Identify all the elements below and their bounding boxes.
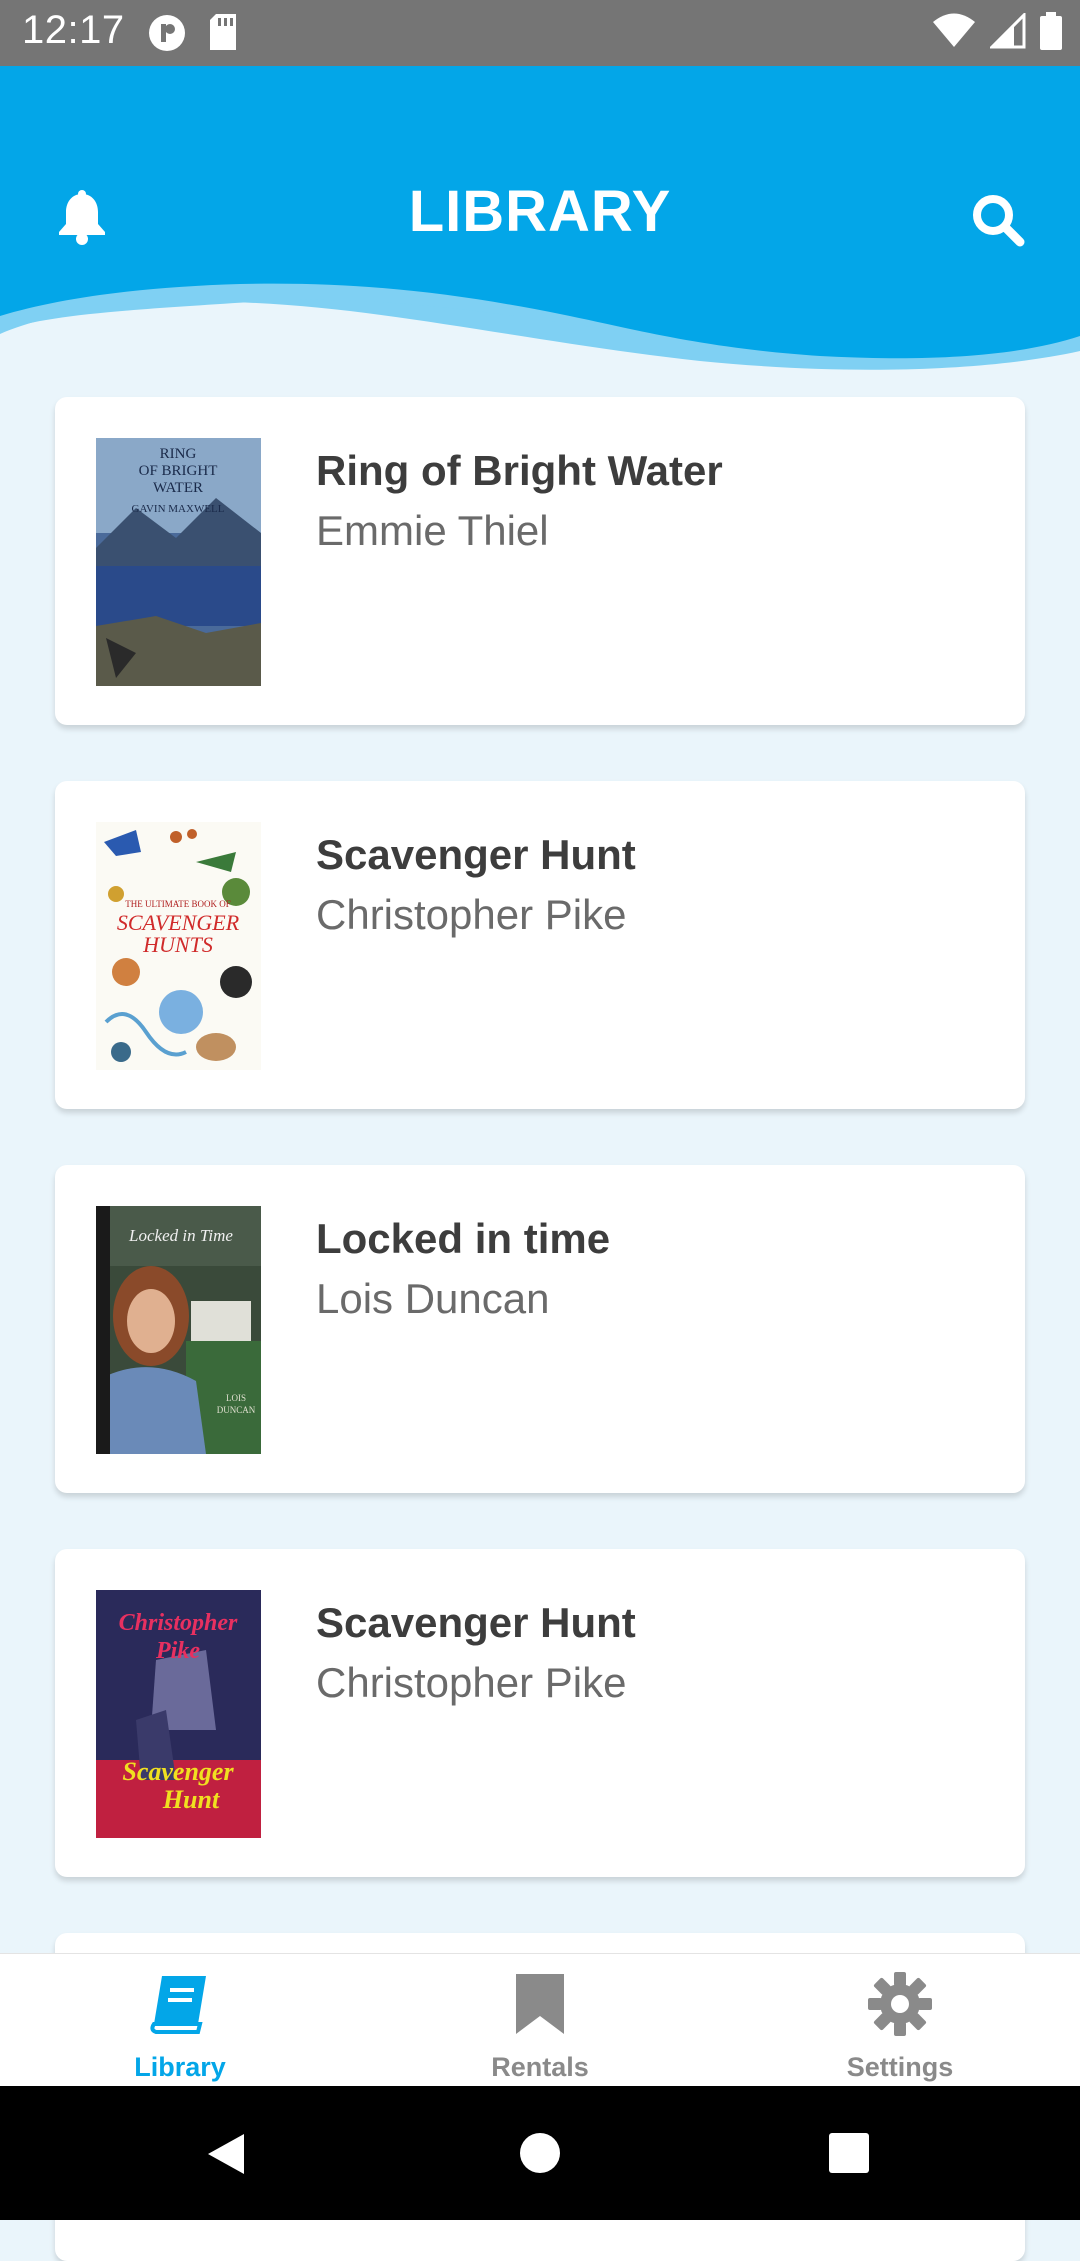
svg-text:GAVIN MAXWELL: GAVIN MAXWELL bbox=[132, 503, 225, 515]
battery-icon bbox=[1040, 12, 1062, 55]
svg-text:OF BRIGHT: OF BRIGHT bbox=[139, 463, 218, 479]
cell-signal-icon bbox=[988, 11, 1026, 54]
svg-text:Scavenger: Scavenger bbox=[122, 1757, 234, 1786]
svg-text:Locked in Time: Locked in Time bbox=[128, 1226, 233, 1245]
book-cover: Christopher Pike Scavenger Hunt bbox=[96, 1590, 261, 1838]
bookmark-icon bbox=[508, 1972, 572, 2036]
book-author: Emmie Thiel bbox=[316, 507, 549, 554]
book-title: Scavenger Hunt bbox=[316, 831, 636, 878]
book-card[interactable]: Christopher Pike Scavenger Hunt Scavenge… bbox=[55, 1549, 1025, 1877]
system-nav-bar bbox=[0, 2086, 1080, 2220]
nav-label: Settings bbox=[846, 2052, 954, 2082]
sd-card-icon bbox=[208, 14, 238, 57]
svg-text:THE ULTIMATE BOOK OF: THE ULTIMATE BOOK OF bbox=[125, 899, 230, 909]
book-card[interactable]: RING OF BRIGHT WATER GAVIN MAXWELL Ring … bbox=[55, 397, 1025, 725]
svg-text:DUNCAN: DUNCAN bbox=[217, 1405, 256, 1415]
book-author: Lois Duncan bbox=[316, 1275, 550, 1322]
book-icon bbox=[148, 1972, 212, 2036]
search-icon[interactable] bbox=[970, 192, 1026, 253]
book-cover: THE ULTIMATE BOOK OF SCAVENGER HUNTS bbox=[96, 822, 261, 1070]
nav-item-library[interactable]: Library bbox=[0, 1954, 360, 2087]
svg-text:Hunt: Hunt bbox=[162, 1785, 220, 1814]
svg-text:Pike: Pike bbox=[155, 1638, 200, 1664]
circle-badge-icon bbox=[148, 14, 186, 57]
svg-text:Christopher: Christopher bbox=[119, 1610, 238, 1636]
bottom-nav: Library Rentals Settings bbox=[0, 1953, 1080, 2087]
book-title: Locked in time bbox=[316, 1215, 611, 1262]
nav-label: Library bbox=[134, 2052, 226, 2082]
svg-text:WATER: WATER bbox=[153, 480, 203, 496]
svg-text:HUNTS: HUNTS bbox=[142, 932, 213, 957]
book-cover: Locked in Time LOIS DUNCAN bbox=[96, 1206, 261, 1454]
book-author: Christopher Pike bbox=[316, 1659, 627, 1706]
status-time: 12:17 bbox=[22, 8, 125, 52]
recents-icon[interactable] bbox=[829, 2133, 869, 2178]
nav-item-rentals[interactable]: Rentals bbox=[360, 1954, 720, 2087]
back-icon[interactable] bbox=[206, 2132, 246, 2181]
nav-label: Rentals bbox=[491, 2052, 589, 2082]
book-card[interactable]: Locked in Time LOIS DUNCAN Locked in tim… bbox=[55, 1165, 1025, 1493]
svg-text:LOIS: LOIS bbox=[226, 1393, 246, 1403]
book-cover: RING OF BRIGHT WATER GAVIN MAXWELL bbox=[96, 438, 261, 686]
bell-icon[interactable] bbox=[54, 190, 110, 251]
app-header: LIBRARY bbox=[0, 66, 1080, 380]
book-title: Ring of Bright Water bbox=[316, 447, 723, 494]
home-icon[interactable] bbox=[519, 2132, 561, 2179]
wifi-icon bbox=[932, 13, 976, 54]
nav-item-settings[interactable]: Settings bbox=[720, 1954, 1080, 2087]
page-title: LIBRARY bbox=[408, 179, 672, 244]
book-card[interactable]: THE ULTIMATE BOOK OF SCAVENGER HUNTS Sca… bbox=[55, 781, 1025, 1109]
book-author: Christopher Pike bbox=[316, 891, 627, 938]
book-title: Scavenger Hunt bbox=[316, 1599, 636, 1646]
svg-text:RING: RING bbox=[160, 446, 197, 462]
status-bar: 12:17 bbox=[0, 0, 1080, 66]
gear-icon bbox=[868, 1972, 932, 2036]
